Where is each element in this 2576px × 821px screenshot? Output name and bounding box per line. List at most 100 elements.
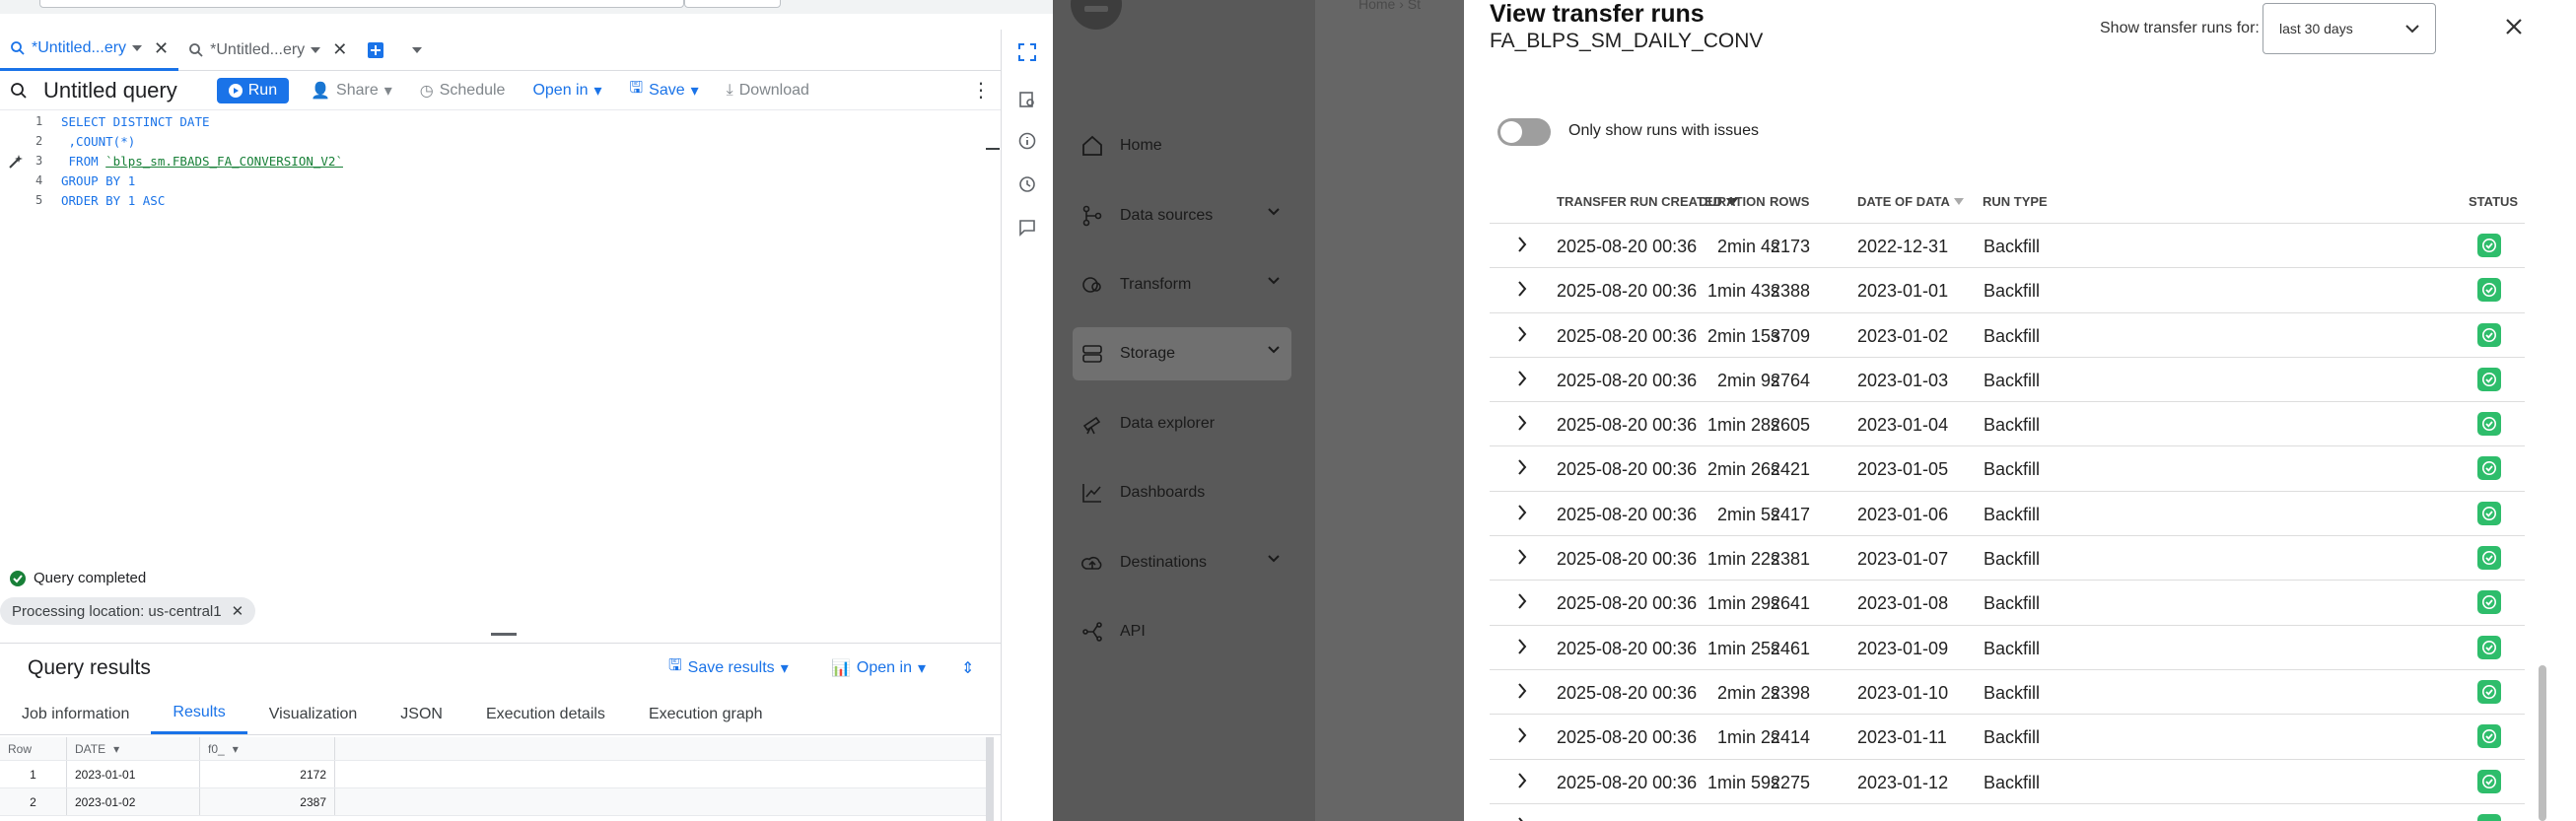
table-row[interactable]: 2025-08-20 00:36 1min 43s 2388 2023-01-01 Ba… — [1490, 268, 2525, 313]
sidebar-item-dashboards[interactable]: Dashboards — [1073, 466, 1291, 519]
table-row[interactable]: 2025-08-20 00:36 1min 25s 2461 2023-01-09 Ba… — [1490, 626, 2525, 670]
search-button[interactable] — [684, 0, 781, 8]
column-header-date[interactable]: DATE OF DATA — [1857, 194, 1964, 209]
chevron-right-icon[interactable] — [1517, 683, 1527, 699]
close-icon[interactable]: ✕ — [154, 38, 169, 59]
table-row[interactable]: 2025-08-20 00:36 2min 26s 2421 2023-01-05 Ba… — [1490, 446, 2525, 492]
save-results-button[interactable]: 🖫 Save results ▾ — [668, 654, 789, 681]
new-query-button[interactable] — [357, 30, 432, 71]
open-in-button[interactable]: Open in ▾ — [532, 81, 601, 101]
table-row[interactable]: 2025-08-20 00:36 1min 28s 2605 2023-01-04 Ba… — [1490, 402, 2525, 447]
more-vert-icon[interactable]: ⋮ — [971, 78, 991, 103]
chevron-right-icon[interactable] — [1517, 325, 1527, 342]
sidebar-item-api[interactable]: API — [1073, 605, 1291, 658]
table-row[interactable]: 2025-08-20 00:36 1min 22s 2381 2023-01-07 Ba… — [1490, 536, 2525, 582]
download-button[interactable]: ⤓ Download — [727, 82, 809, 100]
run-type-cell: Backfill — [1984, 281, 2041, 302]
status-success-icon — [2477, 278, 2501, 303]
tab-json[interactable]: JSON — [379, 694, 464, 734]
table-row[interactable]: 2025-08-20 00:36 2min 4s 2173 2022-12-31 Bac… — [1490, 224, 2525, 269]
chevron-right-icon[interactable] — [1517, 817, 1527, 821]
chevron-down-icon[interactable] — [412, 46, 423, 53]
schedule-button[interactable]: ◷ Schedule — [420, 81, 506, 101]
app-logo[interactable] — [1071, 0, 1122, 30]
chevron-right-icon[interactable] — [1517, 281, 1527, 297]
chevron-right-icon[interactable] — [1517, 639, 1527, 654]
table-row[interactable]: 2025-08-20 00:36 1min 2s 2414 2023-01-11 Bac… — [1490, 715, 2525, 760]
range-select[interactable]: last 30 days — [2263, 3, 2436, 54]
save-button[interactable]: 🖫 Save ▾ — [630, 77, 699, 103]
table-reference[interactable]: `blps_sm.FBADS_FA_CONVERSION_V2` — [105, 154, 343, 169]
sql-editor[interactable]: 1 2 3 4 5 SELECT DISTINCT DATE ,COUNT(*)… — [0, 110, 1001, 562]
query-title[interactable]: Untitled query — [43, 78, 177, 103]
column-header-duration[interactable]: DURATION — [1699, 194, 1766, 209]
history-icon[interactable] — [1018, 175, 1036, 193]
open-in-results-button[interactable]: 📊 Open in ▾ — [831, 658, 926, 678]
chevron-right-icon[interactable] — [1517, 727, 1527, 743]
chevron-right-icon[interactable] — [1517, 237, 1527, 252]
table-row[interactable]: 2025-08-20 00:36 2min 15s 3709 2023-01-02 Ba… — [1490, 313, 2525, 358]
column-header[interactable]: Row — [0, 737, 67, 760]
background-app-overlay[interactable]: Home Data sources Transform Storage Data… — [1053, 0, 1464, 821]
chevron-right-icon[interactable] — [1517, 415, 1527, 431]
tab-job-information[interactable]: Job information — [0, 694, 151, 734]
sort-down-icon[interactable]: ▾ — [233, 742, 239, 756]
sidebar-item-transform[interactable]: Transform — [1073, 258, 1291, 311]
sort-icon — [1953, 198, 1964, 205]
close-icon[interactable]: ✕ — [332, 39, 347, 60]
schema-icon[interactable] — [1018, 91, 1036, 108]
run-rows-cell: 2275 — [1771, 772, 1811, 792]
tab-execution-graph[interactable]: Execution graph — [627, 694, 785, 734]
query-tab-1[interactable]: *Untitled...ery ✕ — [0, 30, 179, 71]
table-row[interactable]: 2025-08-20 00:36 1min 29s 2641 2023-01-08 Ba… — [1490, 581, 2525, 626]
magic-wand-icon[interactable] — [8, 154, 24, 170]
table-row[interactable]: 2025-08-20 00:36 2min 2s 2398 2023-01-10 Bac… — [1490, 670, 2525, 716]
query-tab-2[interactable]: *Untitled...ery ✕ — [178, 30, 357, 71]
table-cell[interactable]: 2023-01-01 — [67, 761, 200, 787]
column-header-status[interactable]: STATUS — [2469, 194, 2518, 209]
table-row-partial[interactable] — [1490, 804, 2525, 821]
table-row[interactable]: 2025-08-20 00:36 2min 5s 2417 2023-01-06 Bac… — [1490, 492, 2525, 537]
sort-down-icon[interactable]: ▾ — [113, 742, 119, 756]
info-icon[interactable] — [1018, 132, 1036, 150]
column-header-run-type[interactable]: RUN TYPE — [1983, 194, 2048, 209]
chevron-down-icon[interactable] — [132, 45, 143, 51]
close-icon[interactable] — [2504, 17, 2524, 36]
sidebar-item-data-explorer[interactable]: Data explorer — [1073, 397, 1291, 450]
chevron-right-icon[interactable] — [1517, 549, 1527, 565]
chevron-right-icon[interactable] — [1517, 505, 1527, 520]
column-header-date[interactable]: DATE ▾ — [67, 737, 200, 760]
sidebar-item-home[interactable]: Home — [1073, 119, 1291, 172]
table-cell[interactable]: 2387 — [200, 788, 335, 815]
sidebar-item-storage[interactable]: Storage — [1073, 327, 1291, 380]
results-scrollbar[interactable] — [986, 737, 994, 821]
chevron-right-icon[interactable] — [1517, 371, 1527, 386]
run-duration-cell: 1min 43s — [1706, 281, 1779, 302]
column-header-f0[interactable]: f0_ ▾ — [200, 737, 335, 760]
modal-scrollbar[interactable] — [2539, 665, 2546, 821]
table-row[interactable]: 2025-08-20 00:36 1min 59s 2275 2023-01-12 Ba… — [1490, 760, 2525, 804]
chevron-right-icon[interactable] — [1517, 459, 1527, 476]
column-header-rows[interactable]: ROWS — [1770, 194, 1809, 209]
resize-handle[interactable] — [491, 633, 517, 636]
fullscreen-icon[interactable] — [1018, 43, 1036, 61]
tab-visualization[interactable]: Visualization — [247, 694, 380, 734]
search-input[interactable] — [39, 0, 684, 8]
sidebar-item-destinations[interactable]: Destinations — [1073, 536, 1291, 589]
chevron-right-icon[interactable] — [1517, 772, 1527, 788]
table-cell[interactable]: 2172 — [200, 761, 335, 787]
table-row[interactable]: 2025-08-20 00:36 2min 9s 2764 2023-01-03 Bac… — [1490, 358, 2525, 403]
tab-execution-details[interactable]: Execution details — [464, 694, 627, 734]
chevron-right-icon[interactable] — [1517, 593, 1527, 610]
run-button[interactable]: Run — [216, 77, 290, 103]
share-button[interactable]: 👤 Share ▾ — [311, 81, 392, 101]
comment-icon[interactable] — [1018, 219, 1036, 237]
close-icon[interactable]: ✕ — [232, 602, 244, 620]
issues-only-toggle[interactable] — [1497, 118, 1551, 146]
chevron-down-icon — [2405, 24, 2419, 34]
chevron-down-icon[interactable] — [311, 46, 321, 53]
expand-icon[interactable]: ⇕ — [961, 658, 974, 678]
tab-results[interactable]: Results — [151, 694, 247, 734]
sidebar-item-data-sources[interactable]: Data sources — [1073, 189, 1291, 242]
table-cell[interactable]: 2023-01-02 — [67, 788, 200, 815]
